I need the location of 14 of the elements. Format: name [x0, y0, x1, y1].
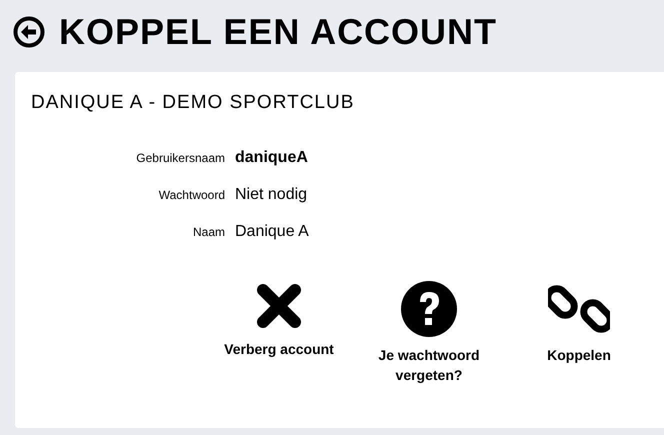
field-label: Wachtwoord	[158, 188, 225, 202]
page-title: KOPPEL EEN ACCOUNT	[59, 12, 498, 52]
field-value: daniqueA	[235, 149, 309, 167]
field-label: Naam	[192, 225, 225, 239]
question-icon	[401, 281, 457, 337]
field-label: Gebruikersnaam	[136, 151, 225, 165]
action-button[interactable]: Je wachtwoord vergeten?	[369, 281, 489, 385]
field-value: Niet nodig	[235, 186, 308, 204]
back-button[interactable]	[13, 16, 45, 48]
close-icon	[254, 281, 304, 331]
card-title: DANIQUE A - DEMO SPORTCLUB	[31, 92, 356, 114]
action-button[interactable]: Koppelen	[519, 281, 639, 385]
field-value: Danique A	[235, 223, 310, 241]
action-button[interactable]: Verberg account	[219, 281, 339, 385]
